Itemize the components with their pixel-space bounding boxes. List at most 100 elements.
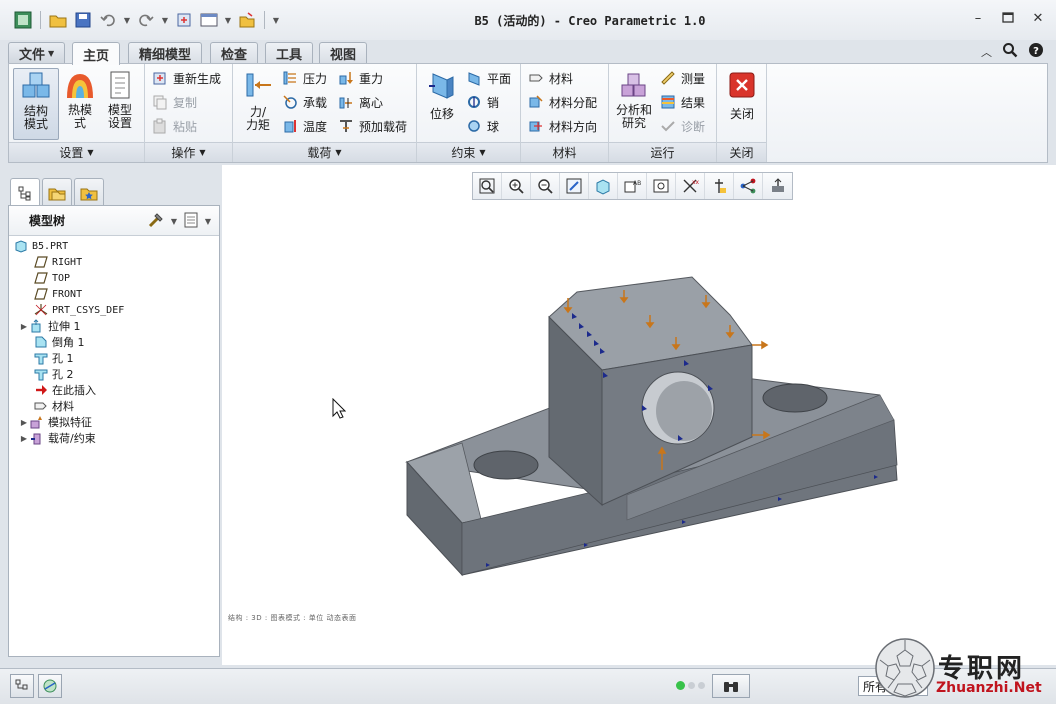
load-display-icon[interactable] [734,173,763,199]
tree-node-simulation-features[interactable]: ▶ 模拟特征 [9,414,219,430]
undo-icon[interactable] [97,9,119,31]
results-button[interactable]: 结果 [659,91,705,113]
tree-node-extrude[interactable]: ▶ 拉伸 1 [9,318,219,334]
toggle-navigator-button[interactable] [10,674,34,698]
tree-node-hole-2[interactable]: 孔 2 [9,366,219,382]
material-assign-button[interactable]: 材料分配 [527,91,597,113]
centrifugal-button[interactable]: 离心 [337,91,383,113]
undo-dropdown-icon[interactable]: ▼ [122,16,132,25]
expand-arrow-icon[interactable]: ▶ [19,434,29,443]
tab-home[interactable]: 主页 [72,42,121,65]
find-button[interactable] [712,674,750,698]
copy-button[interactable]: 复制 [151,91,197,113]
preload-button[interactable]: 预加载荷 [337,115,407,137]
bearing-button[interactable]: 承载 [281,91,327,113]
repaint-icon[interactable] [560,173,589,199]
close-icon[interactable]: ✕ [1030,10,1046,26]
expand-arrow-icon[interactable]: ▶ [19,322,29,331]
collapse-ribbon-icon[interactable]: ︿ [981,44,992,60]
measure-button[interactable]: 测量 [659,67,705,89]
graphics-window[interactable] [222,165,1056,665]
search-icon[interactable] [1002,42,1018,61]
save-icon[interactable] [72,9,94,31]
hole-icon [33,367,49,381]
tree-node-part[interactable]: B5.PRT [9,238,219,254]
pillow-block-model[interactable] [222,165,1056,665]
expand-arrow-icon[interactable]: ▶ [19,418,29,427]
tree-node-materials[interactable]: 材料 [9,398,219,414]
material-button[interactable]: 材料 [527,67,573,89]
structure-mode-icon [19,69,53,103]
tab-refine-model[interactable]: 精细模型 [128,42,203,64]
paste-button[interactable]: 粘贴 [151,115,197,137]
regenerate-button[interactable]: 重新生成 [151,67,221,89]
force-moment-button[interactable]: 力/力矩 [235,68,281,140]
tree-node-chamfer[interactable]: 倒角 1 [9,334,219,350]
gravity-button[interactable]: 重力 [337,67,383,89]
centrifugal-icon [337,93,355,111]
tab-view[interactable]: 视图 [319,42,368,64]
tree-node-csys[interactable]: PRT_CSYS_DEF [9,302,219,318]
close-red-icon [725,68,759,102]
tree-settings-dropdown-icon[interactable]: ▼ [169,217,179,226]
model-setup-button[interactable]: 模型 设置 [97,68,143,140]
close-window-icon[interactable] [236,9,258,31]
tree-node-insert-here[interactable]: 在此插入 [9,382,219,398]
material-assign-icon [527,93,545,111]
model-tree-tab[interactable] [10,178,40,206]
redo-icon[interactable] [135,9,157,31]
tab-file[interactable]: 文件 ▼ [8,42,66,64]
favorites-tab[interactable] [74,178,104,206]
pin-button[interactable]: 销 [465,91,499,113]
tab-tools[interactable]: 工具 [265,42,314,64]
tree-node-hole-1[interactable]: 孔 1 [9,350,219,366]
saved-views-icon[interactable]: AB [618,173,647,199]
pressure-button[interactable]: 压力 [281,67,327,89]
close-button[interactable]: 关闭 [719,68,765,140]
zoom-out-icon[interactable] [531,173,560,199]
material-orientation-button[interactable]: 材料方向 [527,115,597,137]
windows-dropdown-icon[interactable]: ▼ [223,16,233,25]
structure-mode-button[interactable]: 结构 模式 [13,68,59,140]
windows-icon[interactable] [198,9,220,31]
tree-node-datum-plane-top[interactable]: TOP [9,270,219,286]
group-setup-label[interactable]: 设置 ▼ [9,142,144,162]
ribbon: 结构 模式 热模式 模型 设置 设置 ▼ 重新生成 复制 粘贴 操作 ▼ 力/ … [8,63,1048,163]
refit-icon[interactable] [473,173,502,199]
tree-node-loads-constraints[interactable]: ▶ 载荷/约束 [9,430,219,446]
maximize-icon[interactable] [1000,10,1016,26]
base-hole-left[interactable] [473,450,539,480]
customize-qat-icon[interactable]: ▼ [271,16,281,25]
tab-inspect[interactable]: 检查 [210,42,259,64]
base-hole-right[interactable] [762,383,828,413]
help-icon[interactable]: ? [1028,42,1044,61]
plane-button[interactable]: 平面 [465,67,511,89]
annotation-display-icon[interactable] [705,173,734,199]
group-operations-label[interactable]: 操作 ▼ [145,142,232,162]
view-manager-icon[interactable] [647,173,676,199]
group-constraints-label[interactable]: 约束 ▼ [417,142,520,162]
datum-display-icon[interactable]: xx [676,173,705,199]
group-loads-label[interactable]: 载荷 ▼ [233,142,416,162]
temperature-button[interactable]: 温度 [281,115,327,137]
redo-dropdown-icon[interactable]: ▼ [160,16,170,25]
regenerate-icon[interactable] [173,9,195,31]
displacement-button[interactable]: 位移 [419,68,465,140]
tree-node-datum-plane-right[interactable]: RIGHT [9,254,219,270]
tree-settings-icon[interactable] [147,211,165,232]
minimize-icon[interactable]: – [970,10,986,26]
open-folder-icon[interactable] [47,9,69,31]
toggle-browser-button[interactable] [38,674,62,698]
diagnose-button[interactable]: 诊断 [659,115,705,137]
tree-node-datum-plane-front[interactable]: FRONT [9,286,219,302]
display-style-icon[interactable] [589,173,618,199]
folder-browser-tab[interactable] [42,178,72,206]
analysis-studies-button[interactable]: 分析和 研究 [611,68,657,140]
tree-columns-dropdown-icon[interactable]: ▼ [203,217,213,226]
app-logo-icon[interactable] [12,9,34,31]
ball-button[interactable]: 球 [465,115,499,137]
extrude-icon [29,319,45,333]
tree-columns-icon[interactable] [183,211,199,232]
zoom-in-icon[interactable] [502,173,531,199]
spin-center-icon[interactable] [763,173,792,199]
